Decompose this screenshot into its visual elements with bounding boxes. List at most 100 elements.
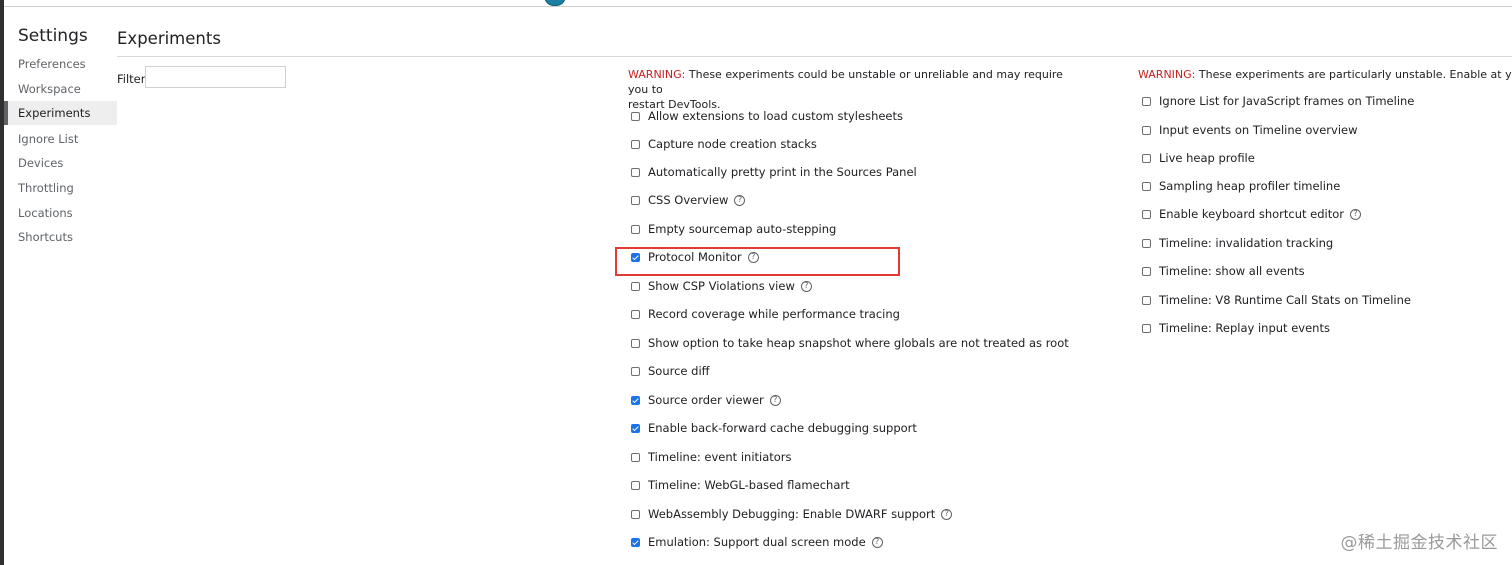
experiment-label: Record coverage while performance tracin… (648, 307, 900, 321)
experiment-label: Live heap profile (1159, 151, 1255, 165)
sidebar-item-shortcuts[interactable]: Shortcuts (4, 225, 117, 249)
experiment-checkbox[interactable] (631, 509, 640, 519)
experiment-checkbox[interactable] (1142, 153, 1151, 163)
experiment-label: Emulation: Support dual screen mode (648, 535, 866, 549)
help-icon[interactable]: ? (941, 508, 953, 520)
help-icon[interactable]: ? (1350, 208, 1361, 220)
experiment-row[interactable]: Allow extensions to load custom styleshe… (631, 108, 903, 124)
experiment-label: Source diff (648, 364, 710, 378)
experiment-row[interactable]: Show CSP Violations view? (631, 278, 812, 294)
unstable-experiment-row[interactable]: Enable keyboard shortcut editor? (1142, 206, 1361, 222)
unstable-experiment-row[interactable]: Timeline: invalidation tracking (1142, 235, 1333, 251)
experiment-checkbox[interactable] (631, 480, 640, 490)
experiment-row[interactable]: Source diff (631, 363, 710, 379)
unstable-warning-message: These experiments are particularly unsta… (1198, 68, 1512, 81)
sidebar-item-ignore-list[interactable]: Ignore List (4, 127, 117, 151)
sidebar-item-workspace[interactable]: Workspace (4, 77, 117, 101)
experiment-row[interactable]: Show option to take heap snapshot where … (631, 335, 1069, 351)
warning-text: WARNING: These experiments could be unst… (628, 67, 1078, 112)
experiment-checkbox[interactable] (631, 167, 640, 177)
experiment-label: Enable keyboard shortcut editor (1159, 207, 1344, 221)
experiment-label: Source order viewer (648, 393, 764, 407)
sidebar-item-throttling[interactable]: Throttling (4, 176, 117, 200)
experiment-checkbox[interactable] (1142, 295, 1151, 305)
experiment-checkbox[interactable] (1142, 125, 1151, 135)
experiment-row[interactable]: Timeline: event initiators (631, 449, 792, 465)
experiment-row[interactable]: Source order viewer? (631, 392, 781, 408)
experiment-checkbox[interactable] (631, 195, 640, 205)
experiment-row[interactable]: CSS Overview? (631, 192, 746, 208)
experiment-checkbox-checked[interactable] (631, 395, 640, 405)
unstable-warning-text: WARNING: These experiments are particula… (1138, 67, 1512, 82)
experiment-label: Enable back-forward cache debugging supp… (648, 421, 917, 435)
header-divider (117, 56, 1512, 57)
experiment-checkbox[interactable] (1142, 181, 1151, 191)
unstable-warning-label: WARNING: (1138, 68, 1196, 81)
experiment-checkbox[interactable] (1142, 323, 1151, 333)
experiment-label: Empty sourcemap auto-stepping (648, 222, 837, 236)
sidebar-item-experiments[interactable]: Experiments (4, 101, 117, 125)
experiment-row[interactable]: Enable back-forward cache debugging supp… (631, 420, 917, 436)
experiment-label: Timeline: show all events (1159, 264, 1305, 278)
experiment-label: Timeline: event initiators (648, 450, 792, 464)
sidebar-item-preferences[interactable]: Preferences (4, 52, 117, 76)
settings-title: Settings (18, 26, 88, 46)
experiment-label: Ignore List for JavaScript frames on Tim… (1159, 94, 1415, 108)
help-icon[interactable]: ? (800, 280, 812, 292)
experiment-label: WebAssembly Debugging: Enable DWARF supp… (648, 507, 936, 521)
experiment-row[interactable]: Emulation: Support dual screen mode? (631, 534, 883, 550)
experiment-row[interactable]: Record coverage while performance tracin… (631, 306, 900, 322)
unstable-experiment-row[interactable]: Live heap profile (1142, 150, 1255, 166)
unstable-experiment-row[interactable]: Timeline: show all events (1142, 263, 1305, 279)
help-icon[interactable]: ? (734, 194, 746, 206)
filter-input[interactable] (145, 66, 286, 88)
experiment-checkbox[interactable] (631, 111, 640, 121)
experiment-row[interactable]: Empty sourcemap auto-stepping (631, 221, 836, 237)
experiment-label: Timeline: V8 Runtime Call Stats on Timel… (1159, 293, 1411, 307)
experiment-label: Timeline: invalidation tracking (1159, 236, 1334, 250)
experiment-checkbox[interactable] (631, 452, 640, 462)
unstable-experiment-row[interactable]: Timeline: V8 Runtime Call Stats on Timel… (1142, 292, 1411, 308)
experiment-checkbox[interactable] (631, 224, 640, 234)
experiment-checkbox[interactable] (631, 139, 640, 149)
filter-label: Filter (117, 72, 146, 86)
unstable-experiment-row[interactable]: Ignore List for JavaScript frames on Tim… (1142, 93, 1414, 109)
experiment-label: Show CSP Violations view (648, 279, 795, 293)
experiment-label: Capture node creation stacks (648, 137, 817, 151)
experiment-checkbox-checked[interactable] (631, 537, 640, 547)
experiment-checkbox[interactable] (1142, 96, 1151, 106)
experiment-label: CSS Overview (648, 193, 729, 207)
warning-message: These experiments could be unstable or u… (628, 68, 1063, 96)
unstable-experiment-row[interactable]: Timeline: Replay input events (1142, 320, 1330, 336)
experiment-row[interactable]: WebAssembly Debugging: Enable DWARF supp… (631, 506, 953, 522)
experiment-label: Show option to take heap snapshot where … (648, 336, 1069, 350)
experiment-label: Input events on Timeline overview (1159, 123, 1358, 137)
experiment-checkbox[interactable] (631, 309, 640, 319)
experiment-label: Automatically pretty print in the Source… (648, 165, 917, 179)
warning-label: WARNING: (628, 68, 686, 81)
experiment-row[interactable]: Automatically pretty print in the Source… (631, 164, 917, 180)
experiment-checkbox[interactable] (1142, 209, 1151, 219)
top-divider (4, 6, 1512, 7)
experiment-checkbox[interactable] (631, 338, 640, 348)
help-icon[interactable]: ? (769, 394, 781, 406)
experiment-checkbox[interactable] (1142, 266, 1151, 276)
help-icon[interactable]: ? (871, 536, 883, 548)
highlight-annotation (615, 247, 900, 276)
page-title: Experiments (117, 29, 221, 48)
unstable-experiment-row[interactable]: Input events on Timeline overview (1142, 122, 1358, 138)
experiment-label: Sampling heap profiler timeline (1159, 179, 1341, 193)
experiment-checkbox[interactable] (1142, 238, 1151, 248)
experiment-row[interactable]: Timeline: WebGL-based flamechart (631, 477, 850, 493)
experiment-label: Timeline: WebGL-based flamechart (648, 478, 850, 492)
watermark: @稀土掘金技术社区 (1340, 533, 1498, 553)
experiment-label: Allow extensions to load custom styleshe… (648, 109, 904, 123)
sidebar-item-locations[interactable]: Locations (4, 201, 117, 225)
experiment-checkbox[interactable] (631, 281, 640, 291)
sidebar-item-devices[interactable]: Devices (4, 151, 117, 175)
experiment-row[interactable]: Capture node creation stacks (631, 136, 817, 152)
unstable-experiment-row[interactable]: Sampling heap profiler timeline (1142, 178, 1340, 194)
experiment-checkbox[interactable] (631, 366, 640, 376)
experiment-label: Timeline: Replay input events (1159, 321, 1330, 335)
experiment-checkbox-checked[interactable] (631, 423, 640, 433)
